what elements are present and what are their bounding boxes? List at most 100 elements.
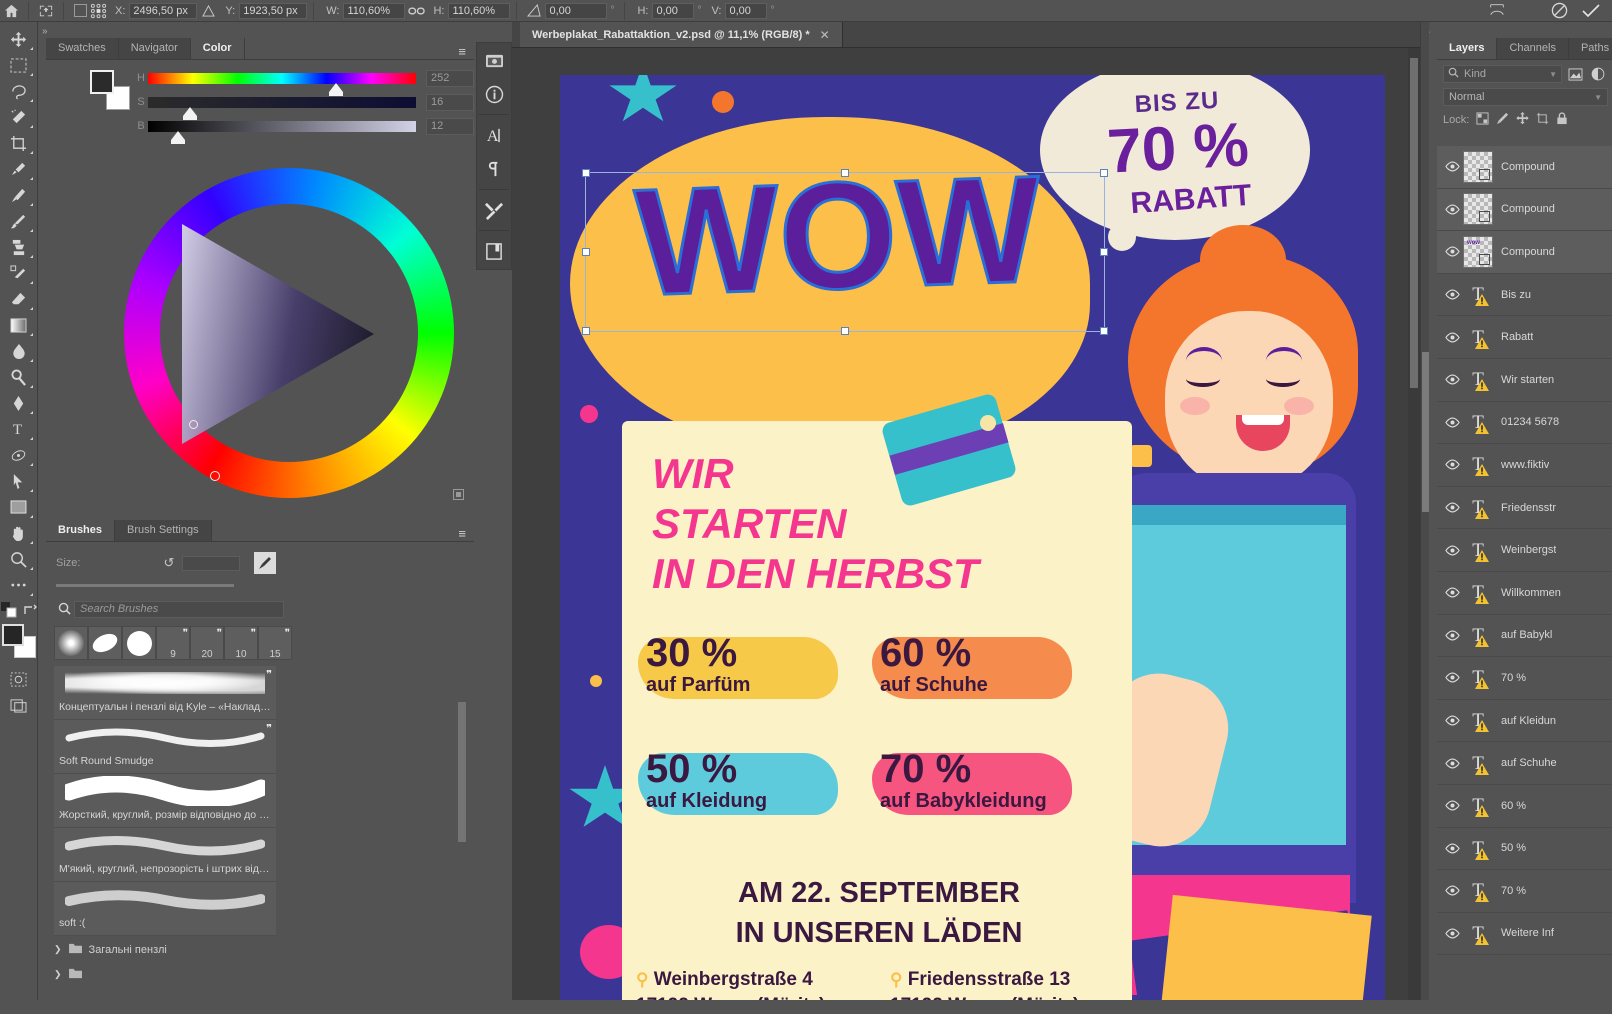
reset-size-icon[interactable]: ↺	[156, 555, 182, 571]
cancel-transform-icon[interactable]	[1548, 1, 1570, 21]
lock-position-icon[interactable]	[1516, 112, 1529, 128]
y-input[interactable]	[239, 2, 308, 19]
layer-row[interactable]: T auf Schuhe	[1437, 742, 1612, 785]
transform-handle-tc[interactable]	[841, 169, 849, 177]
character-icon[interactable]: A	[477, 118, 511, 152]
layer-row[interactable]: T Weitere Inf	[1437, 913, 1612, 956]
brush-tool[interactable]	[3, 208, 35, 234]
chevron-down-icon[interactable]: ▼	[1549, 70, 1557, 79]
transform-handle-bl[interactable]	[582, 327, 590, 335]
color-panel-swatches[interactable]	[90, 70, 130, 110]
swap-colors-icon[interactable]	[23, 603, 37, 617]
path-selection-tool[interactable]	[3, 442, 35, 468]
history-icon[interactable]	[477, 234, 511, 268]
libraries-icon[interactable]	[477, 43, 511, 77]
layer-row[interactable]: T 50 %	[1437, 828, 1612, 871]
layer-row[interactable]: T Willkommen	[1437, 572, 1612, 615]
commit-transform-icon[interactable]	[1580, 1, 1602, 21]
lock-artboard-icon[interactable]	[1536, 112, 1549, 128]
saturation-slider-track[interactable]	[148, 96, 416, 120]
tab-navigator[interactable]: Navigator	[118, 38, 191, 59]
eye-icon[interactable]	[1441, 630, 1463, 641]
brush-list-item[interactable]: М'який, круглий, непрозорість і штрих ві…	[54, 828, 276, 882]
eyedropper-tool[interactable]	[3, 156, 35, 182]
blur-tool[interactable]	[3, 338, 35, 364]
brightness-slider-track[interactable]	[148, 120, 416, 144]
panel-menu-icon[interactable]: ≡	[458, 44, 474, 59]
height-input[interactable]	[448, 2, 511, 19]
brush-chip-9[interactable]: ❞ 9	[156, 626, 190, 660]
layer-row[interactable]: T 70 %	[1437, 657, 1612, 700]
home-icon[interactable]	[0, 1, 22, 21]
foreground-background-swatch[interactable]	[1, 624, 36, 658]
gradient-tool[interactable]	[3, 312, 35, 338]
adjustment-filter-icon[interactable]	[1588, 65, 1608, 83]
layer-row[interactable]: T auf Babykl	[1437, 615, 1612, 658]
tab-swatches[interactable]: Swatches	[46, 38, 119, 59]
screen-mode-icon[interactable]	[3, 692, 35, 718]
zoom-tool[interactable]	[3, 546, 35, 572]
object-selection-tool[interactable]	[3, 104, 35, 130]
skew-h-input[interactable]	[652, 2, 695, 19]
brush-chip-soft-round[interactable]	[54, 626, 88, 660]
color-panel-resize-grip[interactable]	[453, 489, 464, 500]
chevron-right-icon[interactable]: ❯	[54, 969, 62, 980]
horizontal-type-tool[interactable]: T	[3, 416, 35, 442]
eye-icon[interactable]	[1441, 800, 1463, 811]
rectangle-tool[interactable]	[3, 494, 35, 520]
tab-brushes[interactable]: Brushes	[46, 520, 116, 541]
layer-list[interactable]: Compound Compound wow Compound T Bis zu …	[1437, 146, 1612, 1000]
quick-mask-icon[interactable]	[3, 666, 35, 692]
brightness-value-input[interactable]: 12	[426, 117, 474, 135]
eraser-tool[interactable]	[3, 286, 35, 312]
edit-toolbar-ellipsis[interactable]	[3, 572, 35, 598]
tab-brush-settings[interactable]: Brush Settings	[115, 520, 212, 541]
eye-icon[interactable]	[1441, 459, 1463, 470]
layer-thumbnail[interactable]	[1463, 193, 1493, 226]
layer-row[interactable]: T 70 %	[1437, 870, 1612, 913]
blend-mode-select[interactable]: Normal ▼	[1443, 88, 1608, 106]
transform-handle-bc[interactable]	[841, 327, 849, 335]
brush-folder-row-2[interactable]: ❯	[54, 967, 474, 982]
lock-transparency-icon[interactable]	[1476, 112, 1489, 128]
x-input[interactable]	[129, 2, 198, 19]
eye-icon[interactable]	[1441, 672, 1463, 683]
eye-icon[interactable]	[1441, 289, 1463, 300]
default-colors-icon[interactable]	[0, 602, 17, 618]
triangle-marker[interactable]	[189, 420, 198, 429]
hue-ring-marker[interactable]	[210, 471, 220, 481]
brush-list-scroll-thumb[interactable]	[458, 702, 466, 842]
eye-icon[interactable]	[1441, 332, 1463, 343]
pen-tool[interactable]	[3, 390, 35, 416]
poster-artboard[interactable]: WOW BIS ZU 70 % RABATT WIR STARTEN IN DE…	[560, 75, 1385, 1000]
transform-handle-tl[interactable]	[582, 169, 590, 177]
lock-all-icon[interactable]	[1556, 112, 1568, 128]
transform-handle-br[interactable]	[1100, 327, 1108, 335]
info-icon[interactable]	[477, 77, 511, 111]
eye-icon[interactable]	[1441, 587, 1463, 598]
color-wheel[interactable]	[124, 168, 464, 498]
eye-icon[interactable]	[1441, 843, 1463, 854]
brush-list-item[interactable]: soft :(	[54, 882, 276, 936]
document-tab[interactable]: Werbeplakat_Rabattaktion_v2.psd @ 11,1% …	[520, 22, 843, 47]
canvas-scroll-thumb[interactable]	[1410, 58, 1418, 388]
paragraph-icon[interactable]	[477, 152, 511, 186]
chevron-right-icon[interactable]: ❯	[54, 944, 62, 955]
saturation-slider-thumb[interactable]	[183, 106, 197, 120]
brush-chip-20[interactable]: ❞ 20	[190, 626, 224, 660]
spot-healing-brush-tool[interactable]	[3, 182, 35, 208]
rectangular-marquee-tool[interactable]	[3, 52, 35, 78]
transform-handle-tr[interactable]	[1100, 169, 1108, 177]
transform-handle-mr[interactable]	[1100, 248, 1108, 256]
brightness-slider-thumb[interactable]	[171, 130, 185, 144]
brush-chip-hard-round[interactable]	[122, 626, 156, 660]
layer-row[interactable]: T Rabatt	[1437, 316, 1612, 359]
brush-chip-10[interactable]: ❞ 10	[224, 626, 258, 660]
width-input[interactable]	[343, 2, 406, 19]
transform-handle-ml[interactable]	[582, 248, 590, 256]
eye-icon[interactable]	[1441, 715, 1463, 726]
brush-size-input[interactable]	[182, 555, 240, 571]
skew-v-input[interactable]	[725, 2, 768, 19]
close-icon[interactable]: ✕	[820, 28, 830, 42]
layer-thumbnail[interactable]: wow	[1463, 235, 1493, 268]
